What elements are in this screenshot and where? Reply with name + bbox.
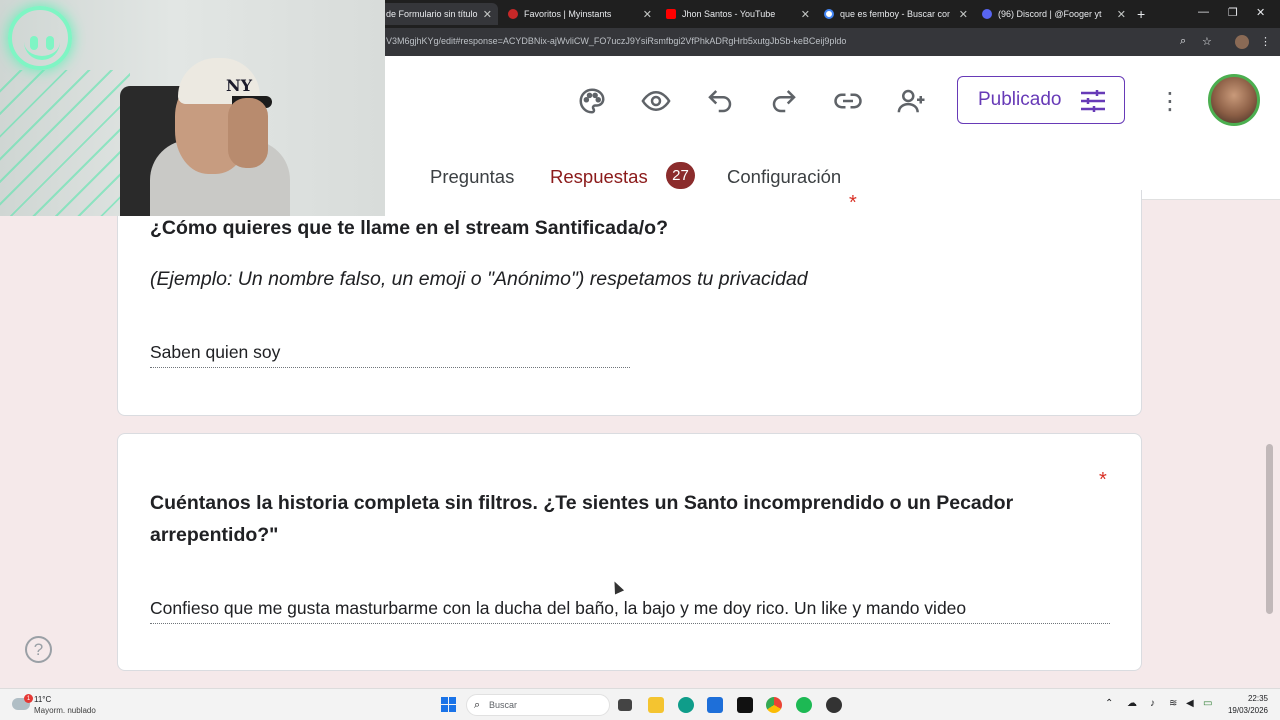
tab-label: Favoritos | Myinstants xyxy=(524,9,612,19)
cap-logo: NY xyxy=(226,76,253,95)
window-close-icon[interactable]: ✕ xyxy=(1256,6,1265,19)
minimize-icon[interactable]: — xyxy=(1198,6,1209,18)
search-icon: ⌕ xyxy=(474,699,481,711)
page-scrollbar[interactable] xyxy=(1266,444,1273,614)
question-card-name: * ¿Cómo quieres que te llame en el strea… xyxy=(117,190,1142,416)
tab-label: (96) Discord | @Fooger yt xyxy=(998,9,1102,19)
streamer-hand xyxy=(228,98,268,168)
question-title: ¿Cómo quieres que te llame en el stream … xyxy=(150,217,668,239)
bookmark-star-icon[interactable]: ☆ xyxy=(1202,35,1212,48)
more-options-icon[interactable]: ⋮ xyxy=(1158,84,1182,118)
myinstants-favicon-icon xyxy=(508,9,518,19)
browser-tab-myinstants[interactable]: Favoritos | Myinstants ✕ xyxy=(500,3,658,25)
tab-label: Jhon Santos - YouTube xyxy=(682,9,776,19)
search-placeholder: Buscar xyxy=(489,700,518,710)
tab-configuracion[interactable]: Configuración xyxy=(727,166,841,188)
publish-button[interactable]: Publicado xyxy=(957,76,1125,124)
weather-badge: 1 xyxy=(24,694,33,703)
wifi-icon[interactable]: ≋ xyxy=(1169,698,1177,709)
google-favicon-icon xyxy=(824,9,834,19)
help-icon[interactable]: ? xyxy=(25,636,52,663)
close-icon[interactable]: ✕ xyxy=(1117,8,1126,21)
microphone-icon[interactable]: ♪ xyxy=(1150,698,1155,709)
tab-label: que es femboy - Buscar con Go xyxy=(840,9,950,19)
windows-start-icon[interactable] xyxy=(441,697,456,712)
browser-tab-google-search[interactable]: que es femboy - Buscar con Go ✕ xyxy=(816,3,974,25)
browser-tab-youtube[interactable]: Jhon Santos - YouTube ✕ xyxy=(658,3,816,25)
link-icon[interactable] xyxy=(831,84,865,118)
tab-label: de Formulario sin título xyxy=(386,9,478,19)
close-icon[interactable]: ✕ xyxy=(483,8,492,21)
clock-time: 22:35 xyxy=(1247,694,1268,703)
neon-smile xyxy=(24,42,60,60)
system-clock[interactable]: 22:35 19/03/2026 xyxy=(1208,693,1268,717)
weather-condition: Mayorm. nublado xyxy=(34,706,96,715)
zoom-icon[interactable]: ⌕ xyxy=(1180,35,1186,48)
required-asterisk: * xyxy=(1099,469,1107,491)
responses-count-badge: 27 xyxy=(666,162,695,189)
answer-text: Confieso que me gusta masturbarme con la… xyxy=(150,598,1110,624)
tray-overflow-icon[interactable]: ⌃ xyxy=(1105,698,1113,709)
browser-profile-avatar[interactable] xyxy=(1235,35,1249,49)
required-asterisk: * xyxy=(849,192,857,214)
question-title-line-1: Cuéntanos la historia completa sin filtr… xyxy=(150,492,1014,514)
obs-icon[interactable] xyxy=(826,697,842,713)
restore-icon[interactable]: ❐ xyxy=(1228,6,1238,19)
answer-text: Saben quien soy xyxy=(150,342,630,368)
settings-sliders-icon xyxy=(1081,90,1105,112)
chrome-icon[interactable] xyxy=(766,697,782,713)
edge-icon[interactable] xyxy=(678,697,694,713)
undo-icon[interactable] xyxy=(703,84,737,118)
new-tab-icon[interactable]: + xyxy=(1137,6,1145,22)
weather-widget[interactable]: 1 11°C Mayorm. nublado xyxy=(10,694,120,718)
publish-button-label: Publicado xyxy=(978,89,1062,110)
redo-icon[interactable] xyxy=(767,84,801,118)
weather-temperature: 11°C xyxy=(34,695,52,704)
neon-smiley-sign xyxy=(8,6,72,70)
question-description: (Ejemplo: Un nombre falso, un emoji o "A… xyxy=(150,268,808,290)
browser-menu-icon[interactable]: ⋮ xyxy=(1260,35,1271,48)
file-explorer-icon[interactable] xyxy=(648,697,664,713)
url-field[interactable]: V3M6gjhKYg/edit#response=ACYDBNix-ajWvli… xyxy=(386,36,846,46)
store-icon[interactable] xyxy=(707,697,723,713)
clock-date: 19/03/2026 xyxy=(1227,706,1268,715)
close-icon[interactable]: ✕ xyxy=(959,8,968,21)
tab-respuestas[interactable]: Respuestas xyxy=(550,166,648,188)
preview-eye-icon[interactable] xyxy=(639,84,673,118)
user-avatar[interactable] xyxy=(1208,74,1260,126)
close-icon[interactable]: ✕ xyxy=(801,8,810,21)
browser-tab-discord[interactable]: (96) Discord | @Fooger yt ✕ xyxy=(974,3,1132,25)
discord-favicon-icon xyxy=(982,9,992,19)
add-collaborator-icon[interactable] xyxy=(895,84,929,118)
tab-preguntas[interactable]: Preguntas xyxy=(430,166,514,188)
taskbar: 1 11°C Mayorm. nublado ⌕ Buscar ⌃ ☁ ♪ ≋ … xyxy=(0,688,1280,720)
cloud-sync-icon[interactable]: ☁ xyxy=(1127,698,1137,709)
question-title-line-2: arrepentido?" xyxy=(150,524,279,546)
palette-icon[interactable] xyxy=(575,84,609,118)
webcam-overlay: NY xyxy=(0,0,385,216)
question-card-story: * Cuéntanos la historia completa sin fil… xyxy=(117,433,1142,671)
browser-tab-forms[interactable]: de Formulario sin título ✕ xyxy=(378,3,498,25)
taskbar-search-input[interactable]: ⌕ Buscar xyxy=(466,694,610,716)
spotify-icon[interactable] xyxy=(796,697,812,713)
neon-lights xyxy=(0,70,130,216)
task-view-icon[interactable] xyxy=(618,699,632,711)
yandex-icon[interactable] xyxy=(737,697,753,713)
youtube-favicon-icon xyxy=(666,9,676,19)
close-icon[interactable]: ✕ xyxy=(643,8,652,21)
volume-icon[interactable]: ◀ xyxy=(1186,698,1194,709)
